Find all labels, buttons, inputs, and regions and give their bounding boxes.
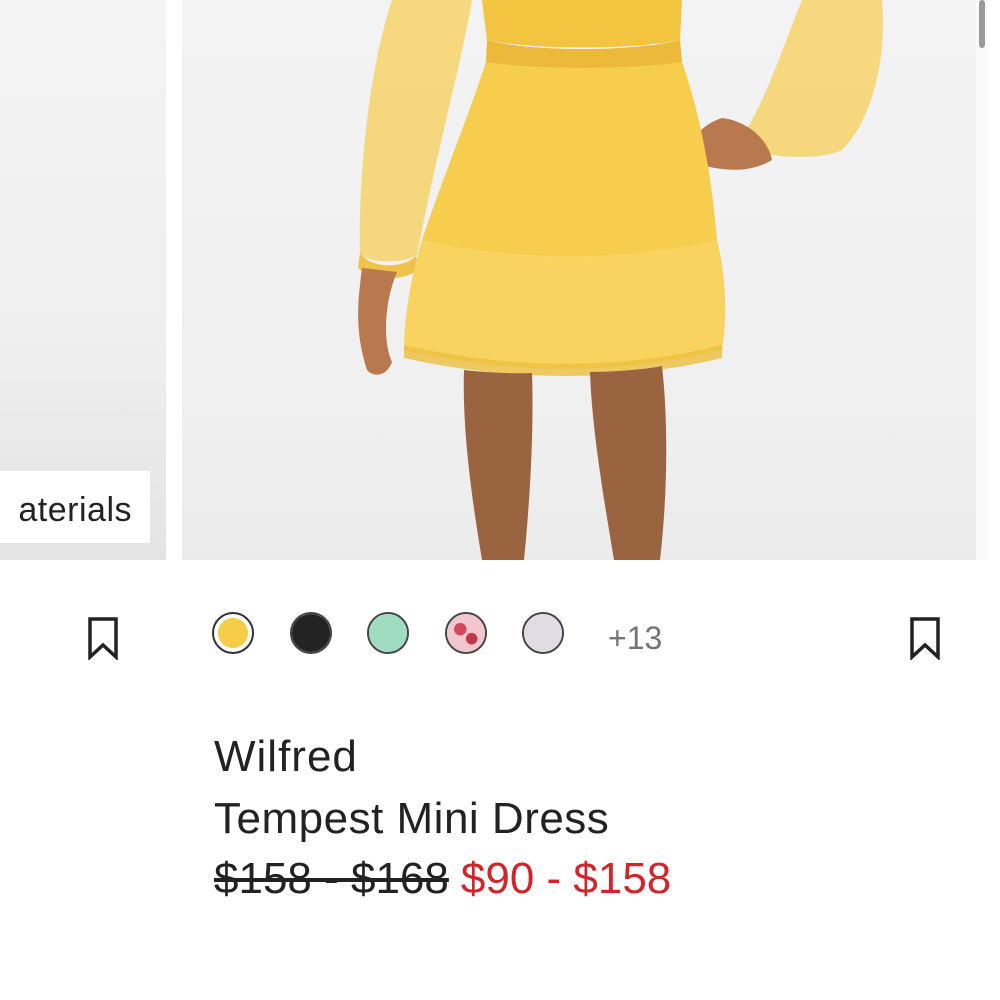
swatch-yellow-fill (218, 618, 248, 648)
original-price: $158 - $168 (214, 854, 449, 903)
product-image[interactable] (182, 0, 988, 560)
materials-tag[interactable]: aterials (0, 471, 150, 543)
bookmark-icon[interactable] (86, 616, 120, 661)
product-title[interactable]: Tempest Mini Dress (214, 794, 609, 844)
swatch-lavender-grey[interactable] (522, 612, 564, 654)
materials-tag-label: aterials (18, 491, 132, 529)
bookmark-icon[interactable] (908, 616, 942, 661)
price-row: $158 - $168 $90 - $158 (214, 854, 671, 904)
swatch-lavender-grey-fill (524, 614, 562, 652)
scrollbar-thumb[interactable] (979, 0, 985, 48)
image-gap (166, 0, 182, 560)
swatch-black[interactable] (290, 612, 332, 654)
more-colors-link[interactable]: +13 (608, 620, 662, 657)
sale-price: $90 - $158 (460, 854, 672, 903)
swatch-pink-floral[interactable] (445, 612, 487, 654)
bookmark-right-glyph (910, 617, 940, 661)
swatch-yellow[interactable] (212, 612, 254, 654)
swatch-mint-fill (369, 614, 407, 652)
swatch-pink-floral-fill (447, 614, 485, 652)
dress-photo (358, 0, 883, 560)
swatch-mint[interactable] (367, 612, 409, 654)
swatch-black-fill (292, 614, 330, 652)
left-product-image[interactable]: aterials (0, 0, 166, 560)
bookmark-left-glyph (88, 617, 118, 661)
scrollbar[interactable] (976, 0, 988, 560)
brand-name[interactable]: Wilfred (214, 732, 358, 782)
